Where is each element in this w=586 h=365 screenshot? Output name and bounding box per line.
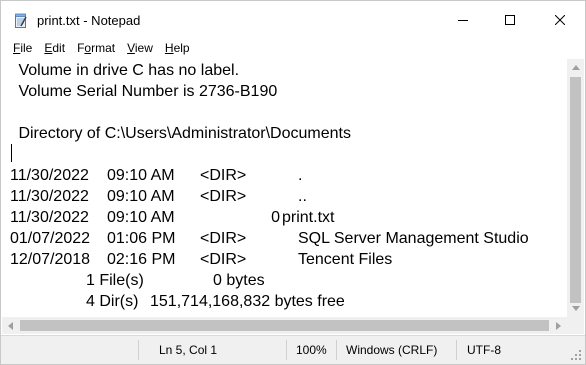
scrollbar-corner bbox=[567, 317, 584, 334]
menu-view[interactable]: View bbox=[121, 39, 159, 58]
title-bar[interactable]: print.txt - Notepad bbox=[1, 1, 585, 39]
status-line-ending: Windows (CRLF) bbox=[346, 343, 438, 357]
editor-line: Directory of C:\Users\Administrator\Docu… bbox=[14, 125, 351, 142]
resize-grip-icon[interactable] bbox=[570, 349, 582, 364]
menu-edit[interactable]: Edit bbox=[38, 39, 71, 58]
text-caret bbox=[11, 144, 12, 162]
editor-line: 01/07/2022 01:06 PM <DIR> SQL Server Manage… bbox=[10, 230, 529, 247]
vertical-scrollbar[interactable] bbox=[567, 59, 584, 317]
status-position: Ln 5, Col 1 bbox=[159, 343, 218, 357]
status-encoding: UTF-8 bbox=[467, 343, 501, 357]
status-separator bbox=[138, 340, 139, 360]
menu-format[interactable]: Format bbox=[71, 39, 121, 58]
status-separator bbox=[336, 340, 337, 360]
notepad-icon bbox=[13, 13, 29, 29]
scroll-right-button[interactable] bbox=[550, 317, 567, 334]
horizontal-scroll-thumb[interactable] bbox=[20, 320, 549, 331]
close-button[interactable] bbox=[534, 1, 585, 39]
maximize-button[interactable] bbox=[487, 1, 533, 39]
menu-file[interactable]: File bbox=[7, 39, 38, 58]
editor-line: 11/30/2022 09:10 AM <DIR>.. bbox=[10, 188, 307, 205]
arrow-up-icon bbox=[571, 65, 580, 70]
minimize-icon bbox=[458, 20, 468, 21]
status-zoom: 100% bbox=[296, 343, 327, 357]
text-editor[interactable]: Volume in drive C has no label. Volume S… bbox=[2, 59, 567, 317]
maximize-icon bbox=[505, 15, 515, 25]
editor-line: 12/07/2018 02:16 PM <DIR> Tencent Files bbox=[10, 251, 393, 268]
status-separator bbox=[456, 340, 457, 360]
editor-line: Volume in drive C has no label. bbox=[14, 62, 240, 79]
scroll-left-button[interactable] bbox=[2, 317, 19, 334]
window-title: print.txt - Notepad bbox=[37, 13, 141, 28]
arrow-down-icon bbox=[571, 306, 580, 311]
notepad-window: print.txt - Notepad File Edit Format Vie… bbox=[0, 0, 586, 365]
vertical-scroll-thumb[interactable] bbox=[570, 77, 581, 303]
horizontal-scrollbar[interactable] bbox=[2, 317, 567, 334]
minimize-button[interactable] bbox=[440, 1, 486, 39]
close-icon bbox=[554, 15, 565, 25]
menu-bar: File Edit Format View Help bbox=[1, 39, 585, 58]
arrow-left-icon bbox=[8, 321, 13, 330]
scroll-up-button[interactable] bbox=[567, 59, 584, 76]
editor-line: 11/30/2022 09:10 AM <DIR>. bbox=[10, 167, 303, 184]
status-bar: Ln 5, Col 1 100% Windows (CRLF) UTF-8 bbox=[1, 335, 585, 364]
editor-line: 11/30/2022 09:10 AM 0 print.txt bbox=[10, 209, 335, 226]
editor-line: 1 File(s) 0 bytes bbox=[86, 272, 265, 289]
scroll-down-button[interactable] bbox=[567, 300, 584, 317]
arrow-right-icon bbox=[556, 321, 561, 330]
status-separator bbox=[286, 340, 287, 360]
editor-line: Volume Serial Number is 2736-B190 bbox=[14, 83, 278, 100]
editor-line: 4 Dir(s) 151,714,168,832 bytes free bbox=[86, 293, 345, 310]
menu-help[interactable]: Help bbox=[159, 39, 196, 58]
